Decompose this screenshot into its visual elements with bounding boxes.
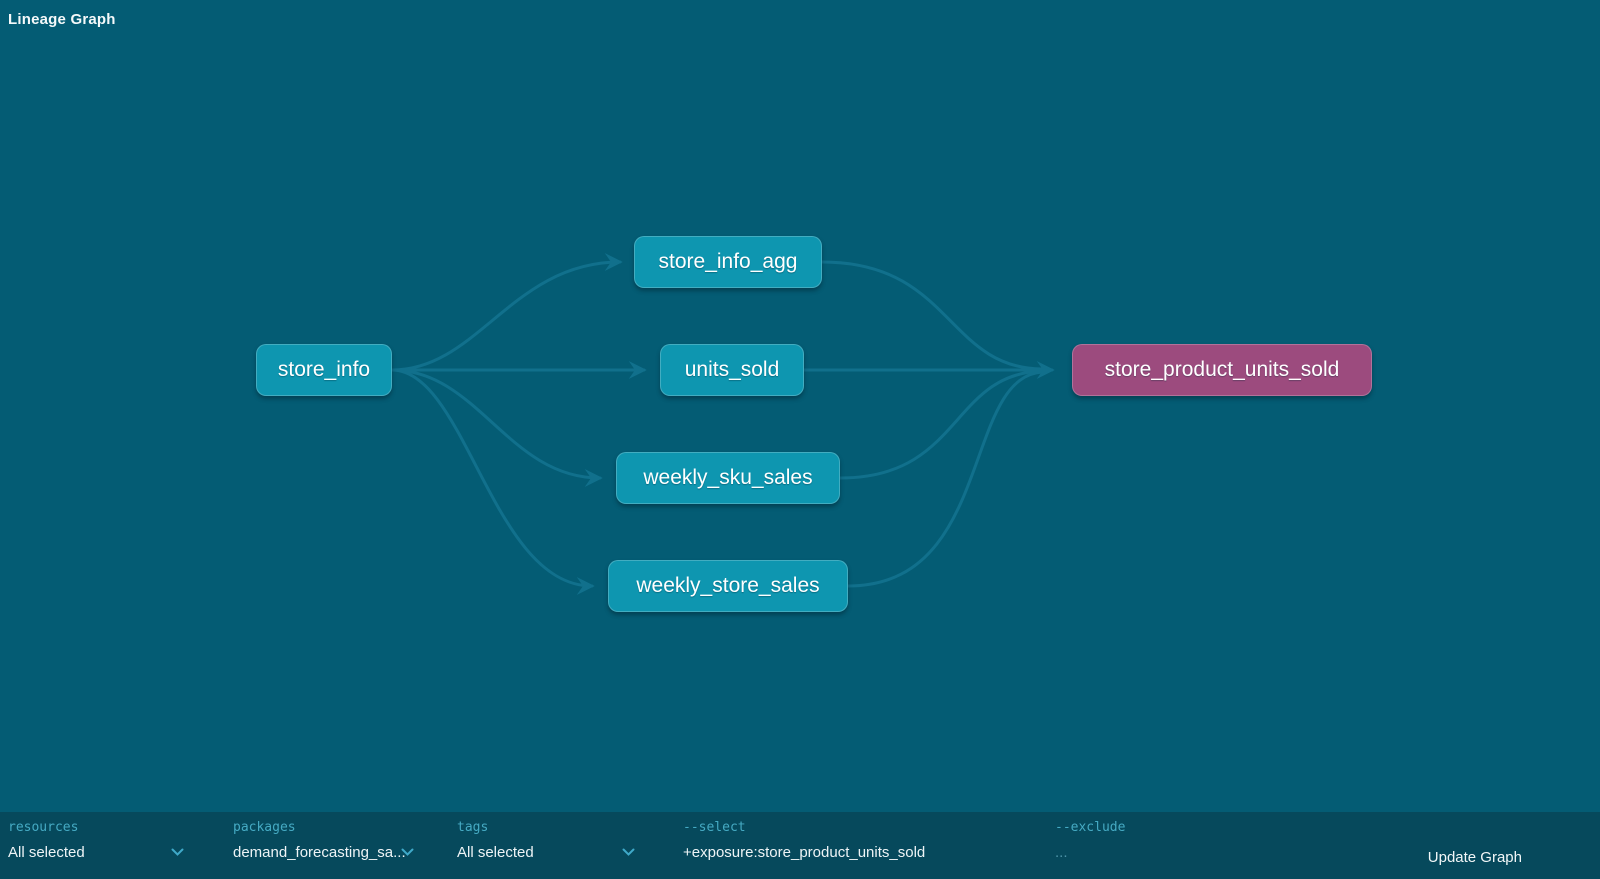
resources-dropdown[interactable]: All selected [8, 844, 184, 861]
edge-store_info_agg-store_product_units_sold [822, 262, 1042, 369]
exclude-value: ... [1055, 844, 1068, 861]
exclude-label: --exclude [1055, 820, 1125, 835]
select-input[interactable]: +exposure:store_product_units_sold [683, 844, 925, 861]
edge-store_info-store_info_agg [392, 262, 620, 370]
graph-filter-toolbar: resources All selected packages demand_f… [0, 812, 1600, 879]
chevron-down-icon [171, 848, 184, 857]
exclude-field: --exclude ... [1055, 820, 1125, 861]
select-value: +exposure:store_product_units_sold [683, 844, 925, 861]
edge-store_info-weekly_sku_sales [392, 370, 600, 478]
lineage-node-store-info[interactable]: store_info [256, 344, 392, 396]
edge-store_info-weekly_store_sales [392, 370, 592, 586]
exclude-input[interactable]: ... [1055, 844, 1125, 861]
resources-field: resources All selected [8, 820, 184, 861]
packages-field: packages demand_forecasting_sa... [233, 820, 414, 861]
chevron-down-icon [401, 848, 414, 857]
lineage-node-weekly-sku-sales[interactable]: weekly_sku_sales [616, 452, 840, 504]
packages-label: packages [233, 820, 414, 835]
update-graph-button[interactable]: Update Graph [1428, 849, 1522, 866]
tags-field: tags All selected [457, 820, 635, 861]
resources-value: All selected [8, 844, 85, 861]
tags-value: All selected [457, 844, 534, 861]
resources-label: resources [8, 820, 184, 835]
lineage-node-store-info-agg[interactable]: store_info_agg [634, 236, 822, 288]
chevron-down-icon [622, 848, 635, 857]
select-label: --select [683, 820, 925, 835]
packages-value: demand_forecasting_sa... [233, 844, 406, 861]
lineage-node-weekly-store-sales[interactable]: weekly_store_sales [608, 560, 848, 612]
lineage-node-units-sold[interactable]: units_sold [660, 344, 804, 396]
packages-dropdown[interactable]: demand_forecasting_sa... [233, 844, 414, 861]
lineage-canvas[interactable]: store_info store_info_agg units_sold wee… [0, 0, 1600, 879]
edge-weekly_store_sales-store_product_units_sold [848, 372, 1042, 586]
tags-dropdown[interactable]: All selected [457, 844, 635, 861]
select-field: --select +exposure:store_product_units_s… [683, 820, 925, 861]
lineage-node-store-product-units-sold[interactable]: store_product_units_sold [1072, 344, 1372, 396]
tags-label: tags [457, 820, 635, 835]
lineage-edges [0, 0, 1600, 879]
